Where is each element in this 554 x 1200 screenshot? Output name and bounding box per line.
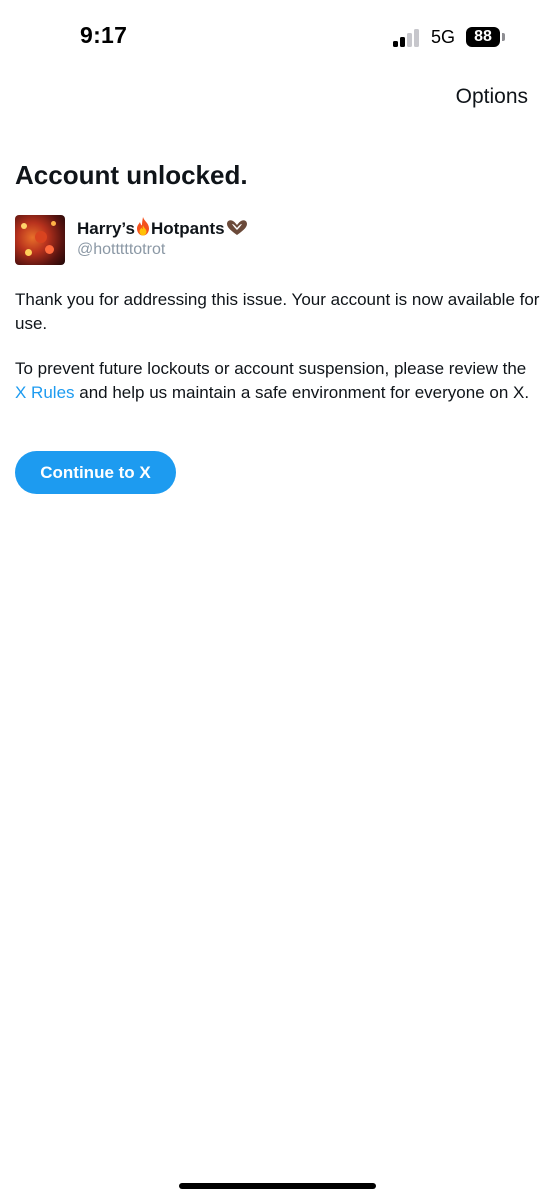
network-type: 5G [431,27,456,47]
avatar-decoration [25,249,32,256]
signal-bar [407,33,412,47]
home-indicator[interactable] [179,1183,376,1189]
continue-button[interactable]: Continue to X [15,451,176,494]
options-link[interactable]: Options [456,85,528,109]
rules-message-text: To prevent future lockouts or account su… [15,359,527,378]
x-rules-link[interactable]: X Rules [15,383,75,402]
signal-bar [393,41,398,47]
avatar-decoration [51,221,56,226]
battery-cap [502,33,505,41]
avatar[interactable] [15,215,65,265]
avatar-decoration [35,231,47,243]
page-title: Account unlocked. [15,160,248,190]
status-bar: 9:17 5G 88 [0,0,554,70]
heart-hands-emoji-icon [226,220,247,235]
battery-icon: 88 [466,27,500,47]
avatar-decoration [21,223,27,229]
status-time: 9:17 [80,22,128,48]
signal-bar [414,29,419,47]
avatar-decoration [45,245,54,254]
confirmation-message: Thank you for addressing this issue. You… [15,290,540,333]
display-name: Harry’s Hotpants [77,217,249,239]
rules-message: To prevent future lockouts or account su… [15,357,540,405]
fire-emoji-icon [136,217,149,236]
signal-bar [400,37,405,47]
account-card: Harry’s Hotpants @hotttttotrot [15,215,535,267]
account-handle: @hotttttotrot [77,241,166,258]
display-name-part1: Harry’s [77,219,135,238]
cellular-signal-icon [393,29,423,47]
rules-message-text: and help us maintain a safe environment … [74,383,530,402]
display-name-part2: Hotpants [150,219,225,238]
